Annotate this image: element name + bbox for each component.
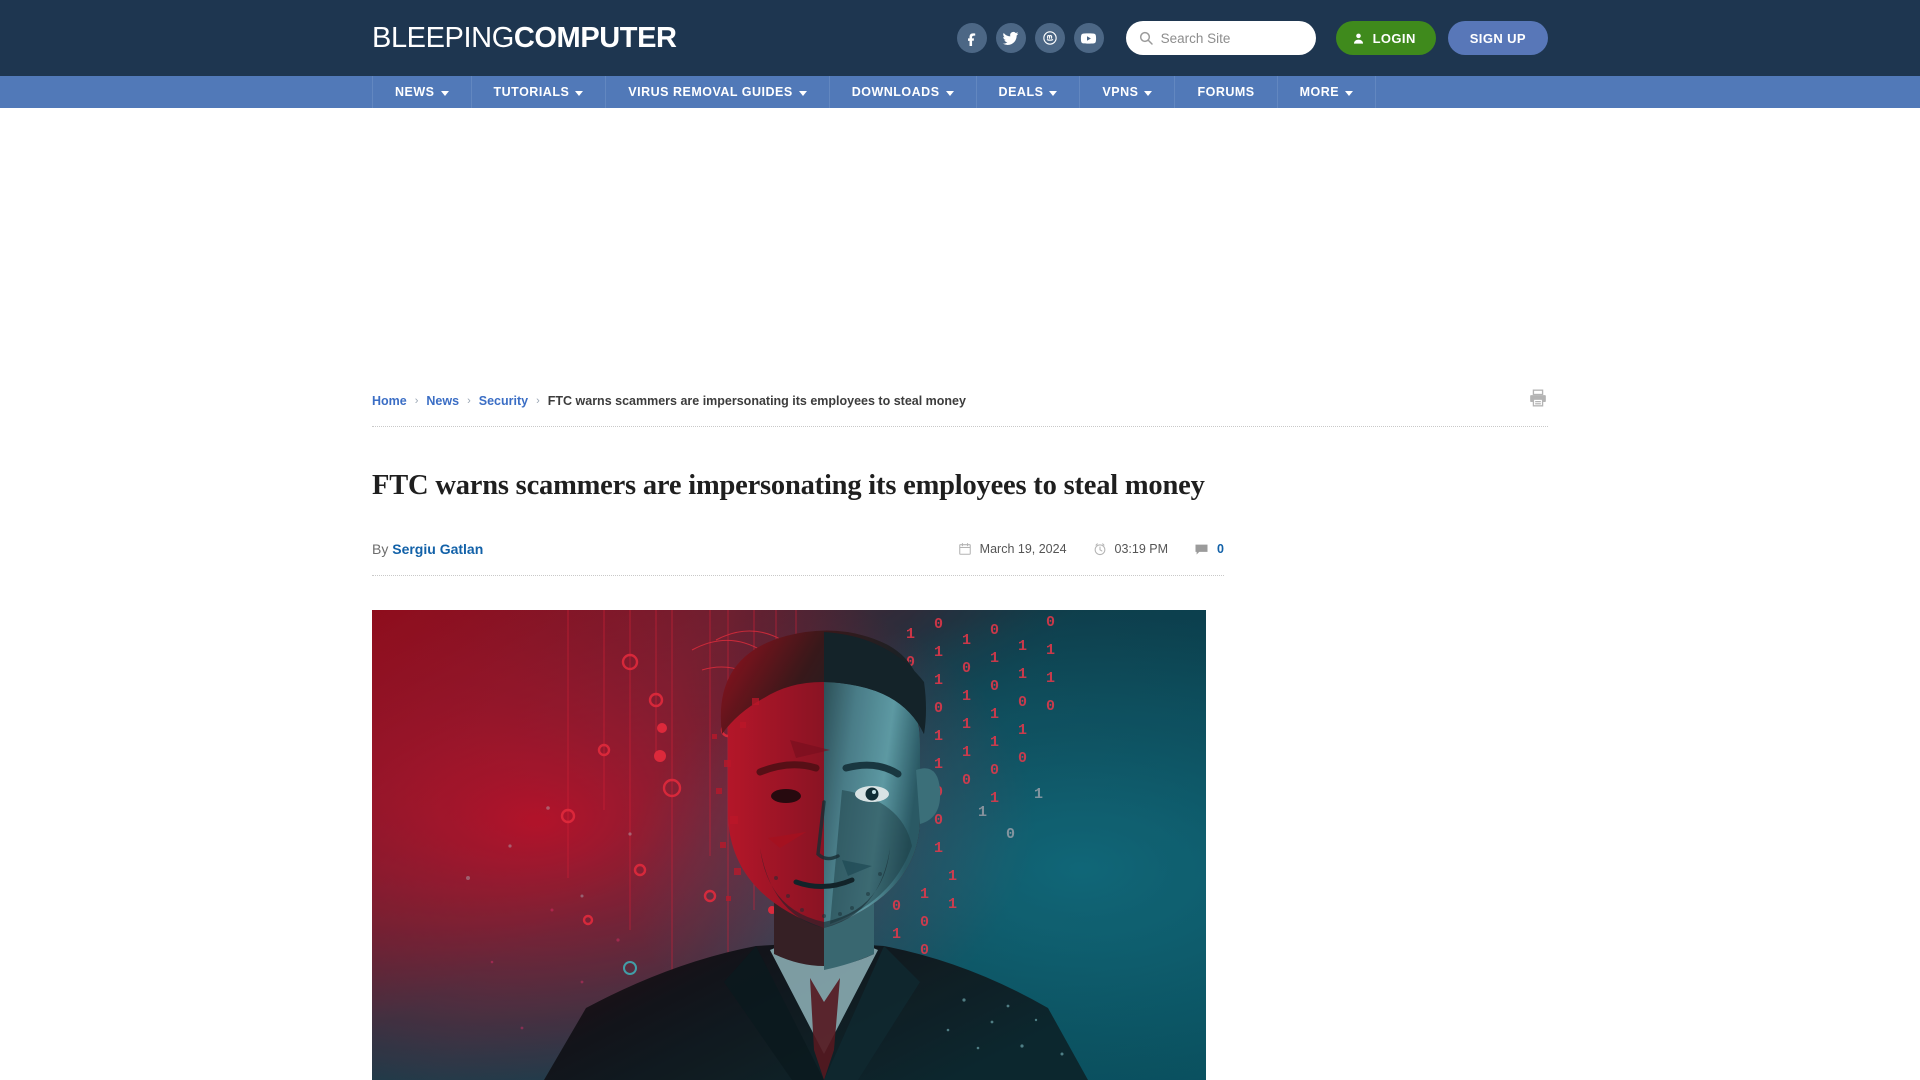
chevron-down-icon — [1345, 90, 1354, 96]
logo-text-light: BLEEPING — [372, 21, 514, 54]
page-content: Home › News › Security › FTC warns scammers ar… — [372, 388, 1548, 1080]
breadcrumb-row: Home › News › Security › FTC warns scammers ar… — [372, 388, 1548, 427]
nav-item-label: FORUMS — [1197, 85, 1255, 99]
nav-item-label: VPNS — [1102, 85, 1139, 99]
signup-label: SIGN UP — [1469, 30, 1526, 46]
breadcrumb: Home › News › Security › FTC warns scammers ar… — [372, 394, 966, 408]
publish-time-label: 03:19 PM — [1114, 542, 1169, 557]
user-icon — [1353, 33, 1363, 44]
breadcrumb-separator: › — [536, 394, 540, 407]
nav-item-tutorials[interactable]: TUTORIALS — [472, 76, 607, 108]
nav-item-forums[interactable]: FORUMS — [1175, 76, 1278, 108]
article-hero-image: 101 100 11 011 011 001 101 110 010 110 1… — [372, 610, 1206, 1080]
hero-image-graphic: 101 100 11 011 011 001 101 110 010 110 1… — [372, 610, 1206, 1080]
breadcrumb-link[interactable]: News — [426, 394, 459, 408]
author-link[interactable]: Sergiu Gatlan — [392, 541, 483, 557]
article-meta: March 19, 2024 03:19 PM 0 — [958, 542, 1224, 557]
search-box[interactable] — [1125, 21, 1316, 55]
site-header: BLEEPINGCOMPUTER Search Site LOGIN SIGN … — [0, 0, 1920, 76]
publish-time: 03:19 PM — [1093, 542, 1169, 557]
chevron-down-icon — [575, 90, 584, 96]
logo-text-bold: COMPUTER — [513, 21, 677, 54]
youtube-icon[interactable] — [1073, 23, 1104, 53]
comment-icon — [1195, 544, 1208, 555]
calendar-icon — [958, 543, 971, 555]
advertisement-slot — [372, 108, 1548, 388]
nav-item-label: VIRUS REMOVAL GUIDES — [628, 85, 793, 99]
site-logo[interactable]: BLEEPINGCOMPUTER — [372, 22, 677, 55]
chevron-down-icon — [798, 90, 807, 96]
nav-item-downloads[interactable]: DOWNLOADS — [830, 76, 977, 108]
chevron-down-icon — [440, 90, 449, 96]
search-icon — [1139, 31, 1153, 45]
breadcrumb-separator: › — [414, 394, 419, 407]
nav-item-label: DEALS — [998, 85, 1044, 99]
nav-item-label: NEWS — [395, 85, 435, 99]
nav-item-virus-removal-guides[interactable]: VIRUS REMOVAL GUIDES — [606, 76, 830, 108]
signup-button[interactable]: SIGN UP — [1447, 21, 1548, 55]
twitter-icon[interactable] — [995, 23, 1026, 53]
mastodon-icon[interactable] — [1034, 23, 1065, 53]
byline-prefix: By — [372, 541, 389, 558]
nav-item-deals[interactable]: DEALS — [977, 76, 1081, 108]
nav-item-label: DOWNLOADS — [851, 85, 940, 99]
main-navigation: NEWS TUTORIALS VIRUS REMOVAL GUIDES DOWNLOA… — [0, 76, 1920, 108]
byline-author-block: By Sergiu Gatlan — [372, 541, 483, 557]
comment-count: 0 — [1217, 542, 1224, 557]
login-label: LOGIN — [1372, 30, 1416, 46]
breadcrumb-separator: › — [467, 394, 471, 407]
facebook-icon[interactable] — [956, 23, 987, 53]
header-right-cluster: LOGIN SIGN UP — [956, 21, 1548, 55]
login-button[interactable]: LOGIN — [1335, 21, 1436, 55]
breadcrumb-link[interactable]: Security — [479, 394, 528, 408]
chevron-down-icon — [945, 90, 954, 96]
breadcrumb-link[interactable]: Home — [372, 394, 407, 408]
nav-item-news[interactable]: NEWS — [372, 76, 472, 108]
search-input[interactable] — [1160, 30, 1304, 46]
clock-icon — [1094, 543, 1105, 556]
publish-date: March 19, 2024 — [958, 542, 1067, 556]
printer-icon[interactable] — [1528, 388, 1548, 413]
publish-date-label: March 19, 2024 — [979, 542, 1067, 557]
comment-count-block[interactable]: 0 — [1194, 542, 1224, 557]
nav-item-vpns[interactable]: VPNS — [1080, 76, 1176, 108]
chevron-down-icon — [1144, 90, 1153, 96]
nav-item-label: MORE — [1299, 85, 1340, 99]
social-links — [956, 23, 1104, 53]
chevron-down-icon — [1049, 90, 1058, 96]
article: FTC warns scammers are impersonating its… — [372, 469, 1224, 1080]
nav-item-more[interactable]: MORE — [1278, 76, 1377, 108]
article-byline: By Sergiu Gatlan March 19, 2024 03:19 PM… — [372, 541, 1224, 577]
breadcrumb-current: FTC warns scammers are impersonating its… — [547, 393, 966, 408]
article-title: FTC warns scammers are impersonating its… — [372, 470, 1205, 501]
nav-item-label: TUTORIALS — [493, 85, 570, 99]
